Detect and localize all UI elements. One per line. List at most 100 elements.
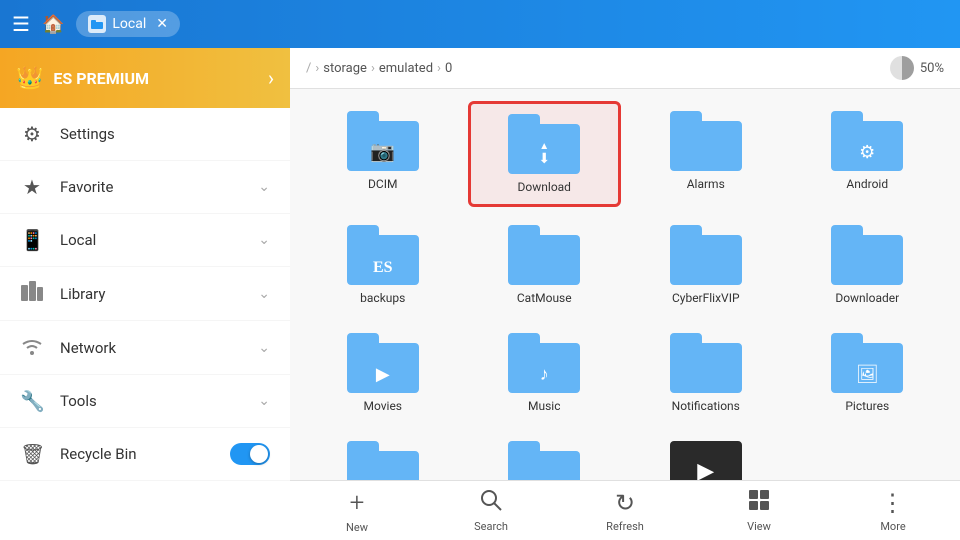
gear-icon: ⚙ (859, 142, 875, 163)
breadcrumb-root: / (306, 61, 311, 76)
breadcrumb-storage[interactable]: storage (323, 61, 367, 76)
downloader-label: Downloader (835, 291, 899, 305)
music-folder-icon: ♪ (508, 333, 580, 393)
more-label: More (880, 520, 905, 533)
main-area: 👑 ES PREMIUM › ⚙ Settings ★ Favorite ⌄ 📱… (0, 48, 960, 540)
premium-label: ES PREMIUM (53, 69, 258, 88)
notifications-label: Notifications (672, 399, 740, 413)
es-icon: ES (373, 259, 393, 277)
recycle-bin-toggle[interactable] (230, 443, 270, 465)
file-item-folder14[interactable] (468, 431, 622, 480)
content-area: / › storage › emulated › 0 50% 📷 DCIM (290, 48, 960, 540)
camera-icon: 📷 (370, 139, 395, 163)
sidebar-item-tools-label: Tools (60, 392, 242, 410)
movies-folder-icon: ▶ (347, 333, 419, 393)
search-icon (480, 489, 502, 517)
file-item-music[interactable]: ♪ Music (468, 323, 622, 423)
download-label: Download (518, 180, 571, 194)
sidebar-item-tools[interactable]: 🔧 Tools ⌄ (0, 375, 290, 428)
sidebar-item-network[interactable]: Network ⌄ (0, 321, 290, 375)
bc-sep2: › (371, 61, 375, 76)
local-chevron-icon: ⌄ (258, 232, 270, 248)
sidebar-item-favorite-label: Favorite (60, 178, 242, 196)
tools-chevron-icon: ⌄ (258, 393, 270, 409)
recycle-bin-icon: 🗑 (20, 442, 44, 466)
storage-circle-icon (890, 56, 914, 80)
top-bar: ☰ 🏠 Local ✕ (0, 0, 960, 48)
file-item-backups[interactable]: ES backups (306, 215, 460, 315)
menu-icon[interactable]: ☰ (12, 12, 30, 36)
network-icon (20, 335, 44, 360)
catmouse-folder-icon (508, 225, 580, 285)
favorite-chevron-icon: ⌄ (258, 179, 270, 195)
file-item-folder13[interactable] (306, 431, 460, 480)
android-folder-icon: ⚙ (831, 111, 903, 171)
more-icon: ⋮ (881, 489, 906, 517)
file-item-dcim[interactable]: 📷 DCIM (306, 101, 460, 207)
alarms-folder-icon (670, 111, 742, 171)
view-label: View (747, 520, 771, 533)
movies-label: Movies (363, 399, 402, 413)
file-item-android[interactable]: ⚙ Android (791, 101, 945, 207)
new-icon: + (350, 488, 365, 518)
local-tab[interactable]: Local ✕ (76, 11, 180, 37)
tools-icon: 🔧 (20, 389, 44, 413)
file-item-alarms[interactable]: Alarms (629, 101, 783, 207)
sidebar-item-local[interactable]: 📱 Local ⌄ (0, 214, 290, 267)
backups-label: backups (360, 291, 405, 305)
file-item-cyberflixvip[interactable]: CyberFlixVIP (629, 215, 783, 315)
settings-icon: ⚙ (20, 122, 44, 146)
dcim-folder-icon: 📷 (347, 111, 419, 171)
pictures-label: Pictures (845, 399, 889, 413)
sidebar-item-favorite[interactable]: ★ Favorite ⌄ (0, 161, 290, 214)
breadcrumb-emulated[interactable]: emulated (379, 61, 433, 76)
premium-banner[interactable]: 👑 ES PREMIUM › (0, 48, 290, 108)
file-item-video-thumb[interactable]: ▶ (629, 431, 783, 480)
search-label: Search (474, 520, 508, 533)
download-icon: ▲ ⬇ (538, 142, 550, 166)
file-item-notifications[interactable]: Notifications (629, 323, 783, 423)
file-item-downloader[interactable]: Downloader (791, 215, 945, 315)
music-label: Music (528, 399, 560, 413)
file-item-pictures[interactable]: 🖼 Pictures (791, 323, 945, 423)
toolbar-search[interactable]: Search (461, 489, 521, 533)
toolbar-new[interactable]: + New (327, 488, 387, 534)
sidebar-item-recycle-bin[interactable]: 🗑 Recycle Bin (0, 428, 290, 481)
alarms-label: Alarms (687, 177, 725, 191)
cyberflixvip-folder-icon (670, 225, 742, 285)
dcim-label: DCIM (368, 177, 397, 191)
breadcrumb-0[interactable]: 0 (445, 61, 452, 76)
toolbar-view[interactable]: View (729, 489, 789, 533)
new-label: New (346, 521, 368, 534)
sidebar-item-settings-label: Settings (60, 125, 270, 143)
breadcrumb: / › storage › emulated › 0 50% (290, 48, 960, 89)
network-chevron-icon: ⌄ (258, 340, 270, 356)
pictures-folder-icon: 🖼 (831, 333, 903, 393)
downloader-folder-icon (831, 225, 903, 285)
sidebar-item-settings[interactable]: ⚙ Settings (0, 108, 290, 161)
backups-folder-icon: ES (347, 225, 419, 285)
sidebar: 👑 ES PREMIUM › ⚙ Settings ★ Favorite ⌄ 📱… (0, 48, 290, 540)
file-item-movies[interactable]: ▶ Movies (306, 323, 460, 423)
tab-close-icon[interactable]: ✕ (156, 16, 168, 32)
home-icon[interactable]: 🏠 (42, 14, 64, 35)
video-play-icon: ▶ (697, 459, 714, 481)
local-icon: 📱 (20, 228, 44, 252)
file-item-download[interactable]: ▲ ⬇ Download (468, 101, 622, 207)
sidebar-item-library[interactable]: Library ⌄ (0, 267, 290, 321)
toolbar-more[interactable]: ⋮ More (863, 489, 923, 533)
file-item-catmouse[interactable]: CatMouse (468, 215, 622, 315)
image-icon: 🖼 (856, 364, 879, 385)
tab-folder-icon (88, 15, 106, 33)
bc-sep1: › (315, 61, 319, 76)
bottom-toolbar: + New Search ↻ Refresh (290, 480, 960, 540)
toggle-circle (250, 445, 268, 463)
refresh-label: Refresh (606, 520, 644, 533)
library-icon (20, 281, 44, 306)
cyberflixvip-label: CyberFlixVIP (672, 291, 740, 305)
folder14-icon (508, 441, 580, 480)
view-icon (748, 489, 770, 517)
storage-info: 50% (890, 56, 944, 80)
toolbar-refresh[interactable]: ↻ Refresh (595, 489, 655, 533)
download-folder-icon: ▲ ⬇ (508, 114, 580, 174)
